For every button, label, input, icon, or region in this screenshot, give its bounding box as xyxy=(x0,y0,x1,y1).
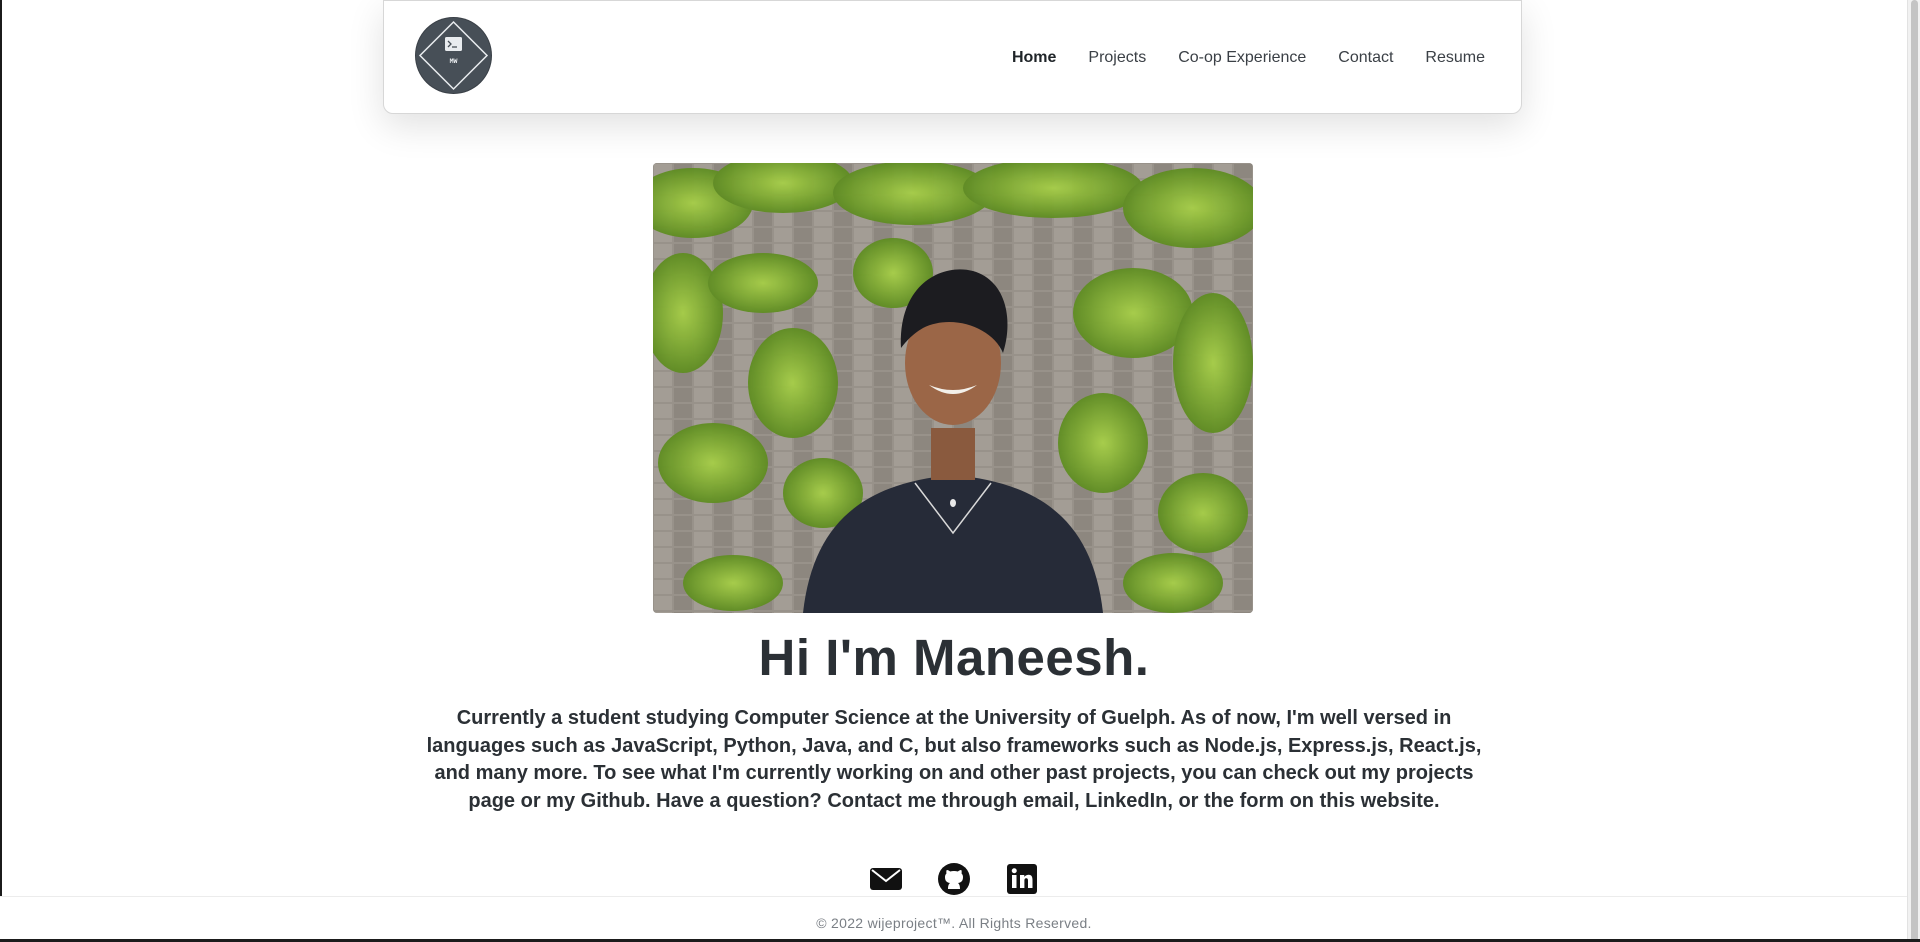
scrollbar[interactable] xyxy=(1907,0,1920,942)
linkedin-icon[interactable] xyxy=(1005,862,1039,896)
nav-links: Home Projects Co-op Experience Contact R… xyxy=(1012,1,1485,115)
github-icon[interactable] xyxy=(937,862,971,896)
hero-headline: Hi I'm Maneesh. xyxy=(758,629,1150,686)
terminal-icon: MW xyxy=(418,20,489,91)
hero-bio: Currently a student studying Computer Sc… xyxy=(426,707,1482,812)
profile-photo-image xyxy=(653,163,1253,613)
logo-initials: MW xyxy=(450,57,458,65)
nav-contact[interactable]: Contact xyxy=(1338,49,1393,67)
email-icon[interactable] xyxy=(869,862,903,896)
nav-coop-experience[interactable]: Co-op Experience xyxy=(1178,49,1306,67)
nav-home[interactable]: Home xyxy=(1012,49,1056,67)
profile-photo xyxy=(653,163,1253,613)
window-edge xyxy=(0,0,2,942)
social-links xyxy=(0,862,1908,896)
navbar: MW Home Projects Co-op Experience Contac… xyxy=(383,0,1522,114)
logo[interactable]: MW xyxy=(416,18,491,93)
nav-resume[interactable]: Resume xyxy=(1425,49,1485,67)
footer: © 2022 wijeproject™. All Rights Reserved… xyxy=(0,896,1908,940)
scrollbar-thumb[interactable] xyxy=(1911,0,1918,942)
footer-copyright: © 2022 wijeproject™. All Rights Reserved… xyxy=(816,915,1092,931)
nav-projects[interactable]: Projects xyxy=(1088,49,1146,67)
